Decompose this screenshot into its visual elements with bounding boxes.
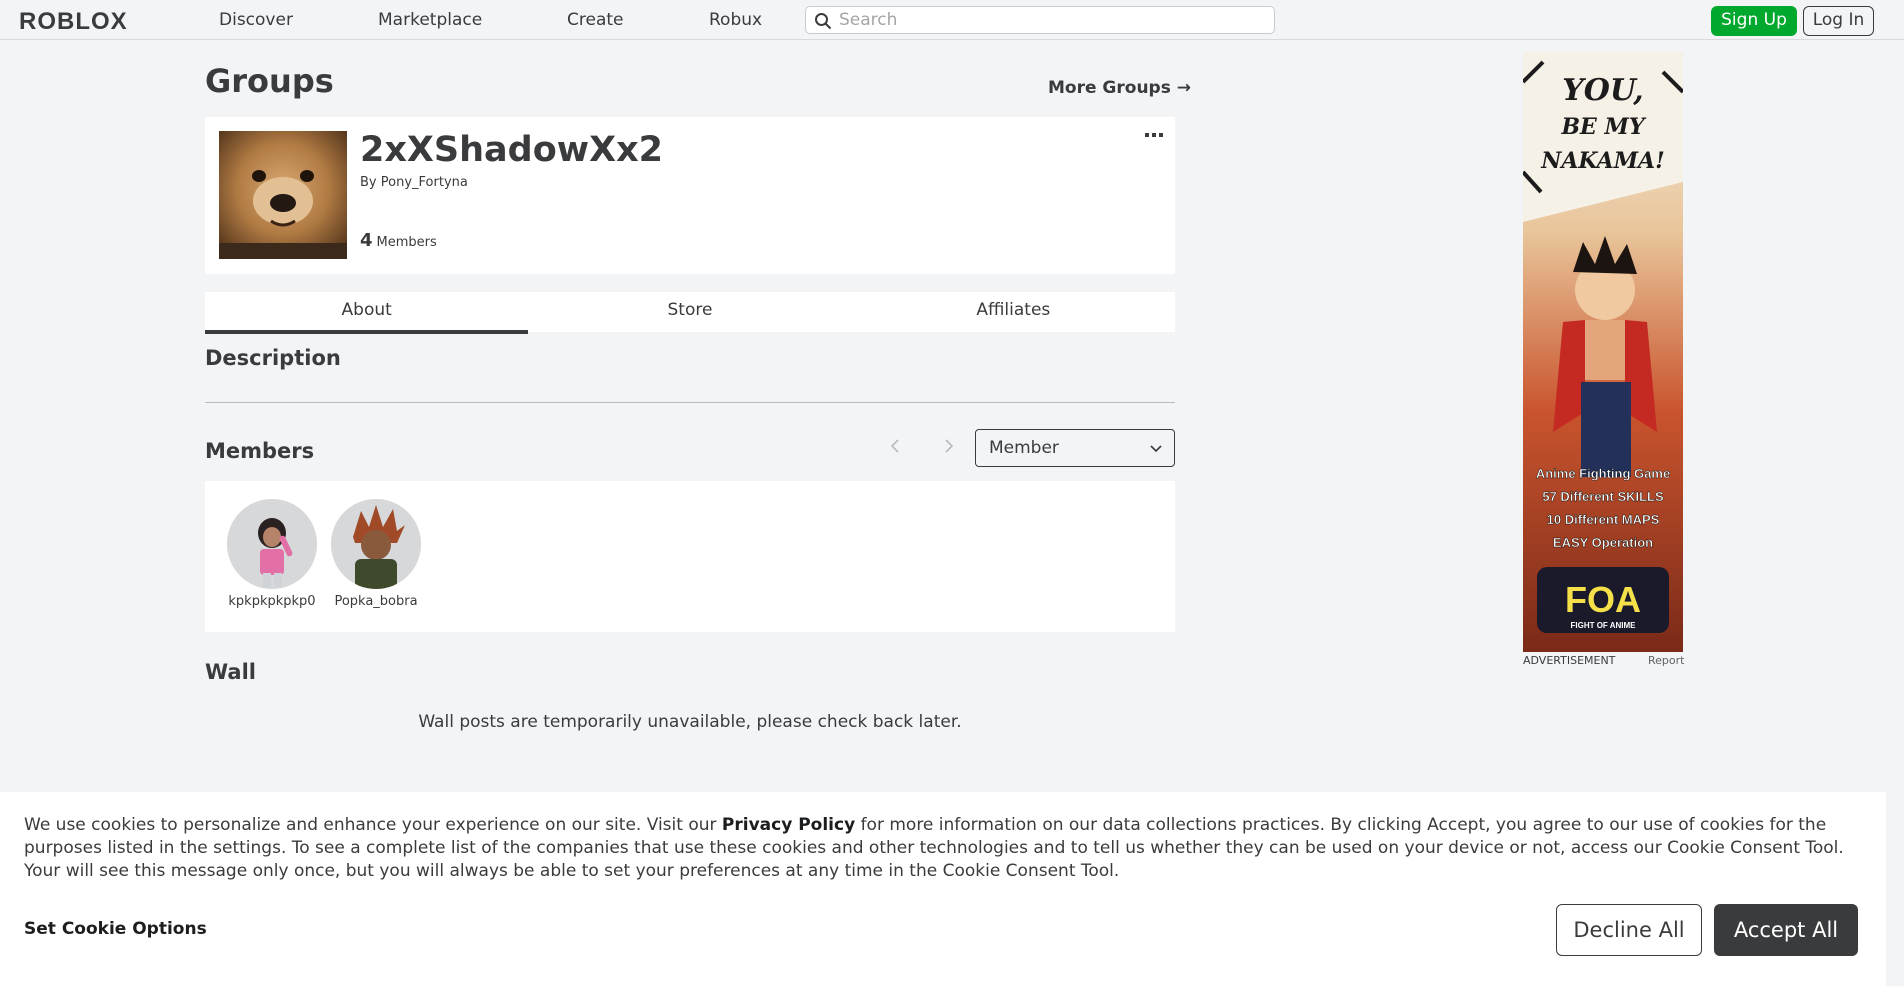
member-count-number: 4 [360,230,373,251]
cookie-consent-banner: We use cookies to personalize and enhanc… [0,792,1886,986]
tab-about[interactable]: About [205,292,529,334]
ad-artwork: YOU, BE MY NAKAMA! Anime Fighting Game 5… [1523,52,1683,652]
role-dropdown[interactable]: Member [975,429,1175,467]
search-icon [815,13,832,30]
dog-emblem-image [219,131,347,259]
group-owner-line: By Pony_Fortyna [360,175,468,190]
more-groups-link[interactable]: More Groups → [1048,78,1191,98]
page-title: Groups [205,62,334,100]
member-name: Popka_bobra [334,594,418,609]
cookie-text-start: We use cookies to personalize and enhanc… [24,815,722,835]
ad-headline-line: BE MY [1560,114,1646,140]
ad-bullet: 57 Different SKILLS [1542,489,1664,504]
nav-discover[interactable]: Discover [219,10,293,30]
accept-all-button[interactable]: Accept All [1714,904,1858,956]
members-list: kpkpkpkpkp0 Popka_bobra [205,481,1175,632]
advertisement-label: ADVERTISEMENT [1523,654,1616,667]
member-count-label: Members [376,235,437,250]
avatar-image [227,499,317,589]
ad-brand-logo: FOA [1565,579,1641,620]
nav-create[interactable]: Create [567,10,624,30]
description-heading: Description [205,346,341,370]
role-dropdown-value: Member [989,438,1059,458]
section-divider [205,402,1175,403]
by-label: By [360,175,377,190]
avatar-image [331,499,421,589]
wall-heading: Wall [205,660,256,684]
member-avatar [331,499,421,589]
members-heading: Members [205,439,315,463]
decline-all-button[interactable]: Decline All [1556,904,1702,956]
member-name: kpkpkpkpkp0 [228,594,316,609]
nav-robux[interactable]: Robux [709,10,762,30]
search-box[interactable] [805,6,1275,34]
cookie-message: We use cookies to personalize and enhanc… [24,814,1864,883]
ad-bullet: EASY Operation [1553,535,1653,550]
log-in-button[interactable]: Log In [1803,6,1874,36]
search-input[interactable] [839,9,1259,31]
member-card[interactable]: Popka_bobra [326,499,426,609]
privacy-policy-link[interactable]: Privacy Policy [722,815,855,835]
tab-affiliates[interactable]: Affiliates [852,292,1175,332]
ad-headline-line: YOU, [1562,73,1643,108]
group-header-card: 2xXShadowXx2 By Pony_Fortyna 4 Members [205,117,1175,274]
advertisement-banner[interactable]: YOU, BE MY NAKAMA! Anime Fighting Game 5… [1523,52,1683,652]
set-cookie-options-link[interactable]: Set Cookie Options [24,919,207,939]
ad-headline-line: NAKAMA! [1540,148,1665,174]
chevron-down-icon [1150,445,1162,453]
page-scrollbar[interactable] [1886,40,1904,986]
chevron-left-icon[interactable] [886,436,906,456]
ad-bullet: 10 Different MAPS [1547,512,1660,527]
report-ad-link[interactable]: Report [1648,654,1684,667]
member-card[interactable]: kpkpkpkpkp0 [222,499,322,609]
tab-store[interactable]: Store [528,292,851,332]
member-avatar [227,499,317,589]
group-owner-link[interactable]: Pony_Fortyna [381,175,468,190]
group-name: 2xXShadowXx2 [360,130,664,170]
group-tabs: About Store Affiliates [205,292,1175,334]
ad-brand-subtitle: FIGHT OF ANIME [1570,621,1636,630]
chevron-right-icon[interactable] [938,436,958,456]
top-nav-bar: ROBLOX Discover Marketplace Create Robux… [0,0,1904,40]
nav-marketplace[interactable]: Marketplace [378,10,482,30]
ad-bullet: Anime Fighting Game [1536,466,1670,481]
wall-unavailable-message: Wall posts are temporarily unavailable, … [418,712,962,732]
group-emblem [219,131,347,259]
more-options-icon[interactable] [1145,133,1163,141]
member-count: 4 Members [360,230,437,251]
roblox-logo[interactable]: ROBLOX [19,8,128,36]
sign-up-button[interactable]: Sign Up [1711,6,1797,36]
